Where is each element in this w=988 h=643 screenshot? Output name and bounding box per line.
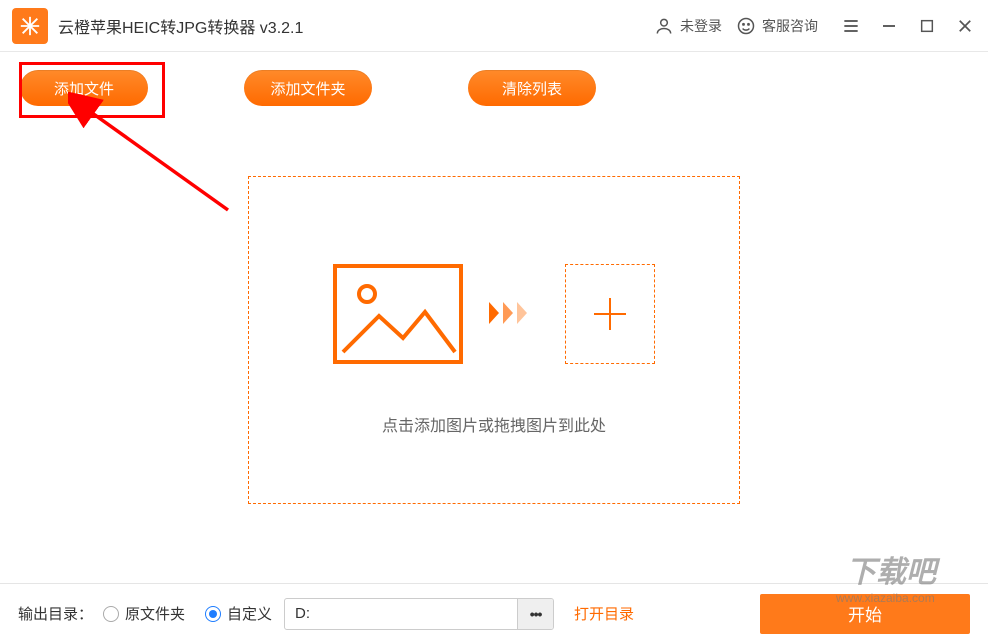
output-dir-label: 输出目录：: [18, 603, 93, 624]
add-file-button[interactable]: 添加文件: [20, 70, 148, 106]
close-button[interactable]: [954, 15, 976, 37]
start-button[interactable]: 开始: [760, 594, 970, 634]
customer-support[interactable]: 客服咨询: [736, 16, 818, 36]
app-logo-icon: [12, 8, 48, 44]
user-icon: [654, 16, 674, 36]
output-path-value: D:: [285, 605, 517, 622]
dropzone[interactable]: 点击添加图片或拖拽图片到此处: [248, 176, 740, 504]
radio-custom-label: 自定义: [227, 603, 272, 624]
image-placeholder-icon: [333, 264, 463, 364]
radio-original-folder[interactable]: 原文件夹: [103, 603, 185, 624]
smile-icon: [736, 16, 756, 36]
radio-icon-selected: [205, 606, 221, 622]
open-directory-link[interactable]: 打开目录: [574, 603, 634, 624]
forward-arrows-icon: [489, 298, 539, 331]
add-folder-button[interactable]: 添加文件夹: [244, 70, 372, 106]
plus-icon: [590, 294, 630, 334]
dropzone-hint: 点击添加图片或拖拽图片到此处: [382, 412, 606, 436]
minimize-button[interactable]: [878, 15, 900, 37]
login-label: 未登录: [680, 16, 722, 36]
support-label: 客服咨询: [762, 16, 818, 36]
menu-button[interactable]: [840, 15, 862, 37]
radio-original-label: 原文件夹: [125, 603, 185, 624]
app-title: 云橙苹果HEIC转JPG转换器 v3.2.1: [58, 14, 303, 38]
bottombar: 输出目录： 原文件夹 自定义 D: ••• 打开目录 开始: [0, 583, 988, 643]
login-status[interactable]: 未登录: [654, 16, 722, 36]
browse-button[interactable]: •••: [517, 599, 553, 629]
radio-custom-folder[interactable]: 自定义: [205, 603, 272, 624]
dropzone-graphic: [333, 264, 655, 364]
radio-icon: [103, 606, 119, 622]
maximize-button[interactable]: [916, 15, 938, 37]
titlebar: 云橙苹果HEIC转JPG转换器 v3.2.1 未登录 客服咨询: [0, 0, 988, 52]
output-path-input[interactable]: D: •••: [284, 598, 554, 630]
toolbar: 添加文件 添加文件夹 清除列表: [0, 52, 988, 116]
clear-list-button[interactable]: 清除列表: [468, 70, 596, 106]
add-target-box: [565, 264, 655, 364]
